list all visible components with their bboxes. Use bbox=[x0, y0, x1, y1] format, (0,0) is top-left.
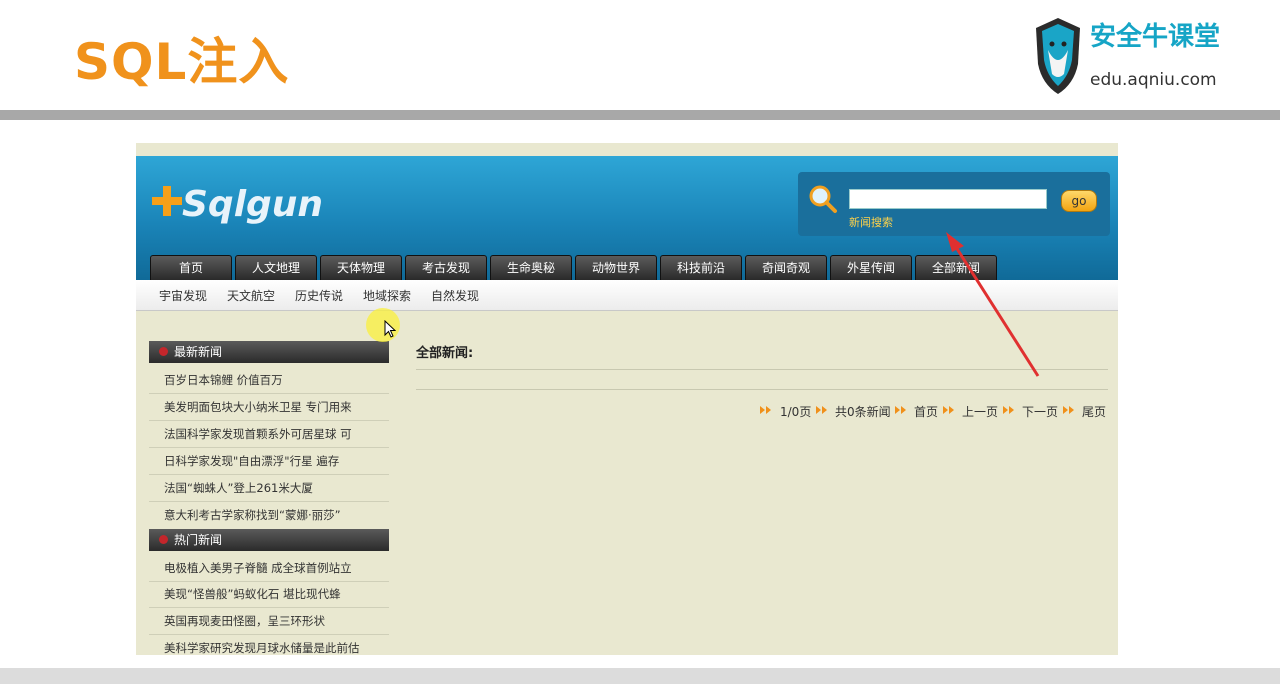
bullet-icon bbox=[159, 347, 168, 356]
divider bbox=[149, 474, 389, 475]
list-item[interactable]: 英国再现麦田怪圈，呈三环形状 bbox=[164, 613, 394, 629]
shield-logo-icon bbox=[1036, 18, 1080, 94]
double-arrow-icon bbox=[895, 406, 906, 414]
divider bbox=[149, 581, 389, 582]
divider bbox=[149, 501, 389, 502]
hot-news-title: 热门新闻 bbox=[174, 533, 223, 547]
list-item[interactable]: 法国“蜘蛛人”登上261米大厦 bbox=[164, 480, 394, 496]
nav-item-archaeology[interactable]: 考古发现 bbox=[405, 255, 487, 280]
list-item[interactable]: 法国科学家发现首颗系外可居星球 可 bbox=[164, 426, 394, 442]
double-arrow-icon bbox=[1003, 406, 1014, 414]
list-item[interactable]: 电极植入美男子脊髓 成全球首例站立 bbox=[164, 560, 394, 576]
annotation-arrow-icon bbox=[946, 232, 1040, 377]
nav-item-animals[interactable]: 动物世界 bbox=[575, 255, 657, 280]
hot-news-header: 热门新闻 bbox=[149, 529, 389, 551]
plus-logo-icon bbox=[152, 186, 182, 216]
list-item[interactable]: 日科学家发现"自由漂浮"行星 遍存 bbox=[164, 453, 394, 469]
divider bbox=[149, 393, 389, 394]
nav-item-tech[interactable]: 科技前沿 bbox=[660, 255, 742, 280]
subnav-item-history[interactable]: 历史传说 bbox=[295, 287, 343, 304]
latest-news-title: 最新新闻 bbox=[174, 345, 223, 359]
list-item[interactable]: 意大利考古学家称找到“蒙娜·丽莎” bbox=[164, 507, 394, 523]
nav-item-wonders[interactable]: 奇闻奇观 bbox=[745, 255, 827, 280]
brand-url: edu.aqniu.com bbox=[1090, 70, 1217, 90]
divider bbox=[149, 447, 389, 448]
list-item-text: 法国“蜘蛛人”登上261米大厦 bbox=[164, 481, 313, 495]
double-arrow-icon bbox=[1063, 406, 1074, 414]
search-box: go 新闻搜索 bbox=[798, 172, 1110, 236]
double-arrow-icon bbox=[760, 406, 771, 414]
last-page-link[interactable]: 尾页 bbox=[1082, 403, 1106, 420]
list-item-text: 美科学家研究发现月球水储量是此前估 bbox=[164, 641, 360, 655]
search-go-button[interactable]: go bbox=[1061, 190, 1097, 212]
subnav-item-aerospace[interactable]: 天文航空 bbox=[227, 287, 275, 304]
subnav-item-nature[interactable]: 自然发现 bbox=[431, 287, 479, 304]
subnav-item-exploration[interactable]: 地域探索 bbox=[363, 287, 411, 304]
divider bbox=[149, 634, 389, 635]
nav-item-aliens[interactable]: 外星传闻 bbox=[830, 255, 912, 280]
pagination: 1/0页 共0条新闻 首页 上一页 下一页 尾页 bbox=[136, 401, 1108, 419]
page-info: 1/0页 bbox=[780, 405, 812, 419]
bottom-bar bbox=[0, 668, 1280, 684]
header-divider bbox=[0, 110, 1280, 120]
next-page-link[interactable]: 下一页 bbox=[1022, 403, 1058, 420]
nav-item-geography[interactable]: 人文地理 bbox=[235, 255, 317, 280]
list-item-text: 法国科学家发现首颗系外可居星球 可 bbox=[164, 427, 352, 441]
search-input[interactable] bbox=[849, 189, 1047, 209]
list-item[interactable]: 百岁日本锦鲤 价值百万 bbox=[164, 372, 394, 388]
site-logo-text: Sqlgun bbox=[182, 184, 324, 225]
divider bbox=[149, 420, 389, 421]
divider bbox=[416, 389, 1108, 390]
slide-title: SQL注入 bbox=[74, 33, 290, 91]
prev-page-link[interactable]: 上一页 bbox=[962, 403, 998, 420]
list-item-text: 百岁日本锦鲤 价值百万 bbox=[164, 373, 283, 387]
first-page-link[interactable]: 首页 bbox=[914, 403, 938, 420]
list-item-text: 意大利考古学家称找到“蒙娜·丽莎” bbox=[164, 508, 341, 522]
latest-news-header: 最新新闻 bbox=[149, 341, 389, 363]
nav-item-home[interactable]: 首页 bbox=[150, 255, 232, 280]
nav-item-astrophysics[interactable]: 天体物理 bbox=[320, 255, 402, 280]
divider bbox=[149, 607, 389, 608]
double-arrow-icon bbox=[816, 406, 827, 414]
double-arrow-icon bbox=[943, 406, 954, 414]
website-screenshot: Sqlgun go 新闻搜索 首页 人文地理 天体物理 考古发现 生命奥秘 动物… bbox=[136, 143, 1118, 655]
list-item-text: 电极植入美男子脊髓 成全球首例站立 bbox=[164, 561, 352, 575]
mouse-cursor-icon bbox=[384, 320, 396, 338]
bullet-icon bbox=[159, 535, 168, 544]
list-item[interactable]: 美科学家研究发现月球水储量是此前估 bbox=[164, 640, 394, 655]
nav-item-life[interactable]: 生命奥秘 bbox=[490, 255, 572, 280]
list-item-text: 日科学家发现"自由漂浮"行星 遍存 bbox=[164, 454, 340, 468]
search-icon bbox=[809, 185, 837, 213]
brand-logo: 安全牛课堂 edu.aqniu.com bbox=[1030, 10, 1260, 100]
list-item[interactable]: 美现“怪兽般”蚂蚁化石 堪比现代蜂 bbox=[164, 586, 394, 602]
subnav-item-universe[interactable]: 宇宙发现 bbox=[159, 287, 207, 304]
total-count: 共0条新闻 bbox=[835, 405, 891, 419]
main-section-title: 全部新闻: bbox=[416, 346, 474, 361]
brand-name: 安全牛课堂 bbox=[1090, 22, 1221, 52]
list-item-text: 美现“怪兽般”蚂蚁化石 堪比现代蜂 bbox=[164, 587, 341, 601]
list-item-text: 英国再现麦田怪圈，呈三环形状 bbox=[164, 614, 325, 628]
search-label-link[interactable]: 新闻搜索 bbox=[849, 214, 893, 230]
